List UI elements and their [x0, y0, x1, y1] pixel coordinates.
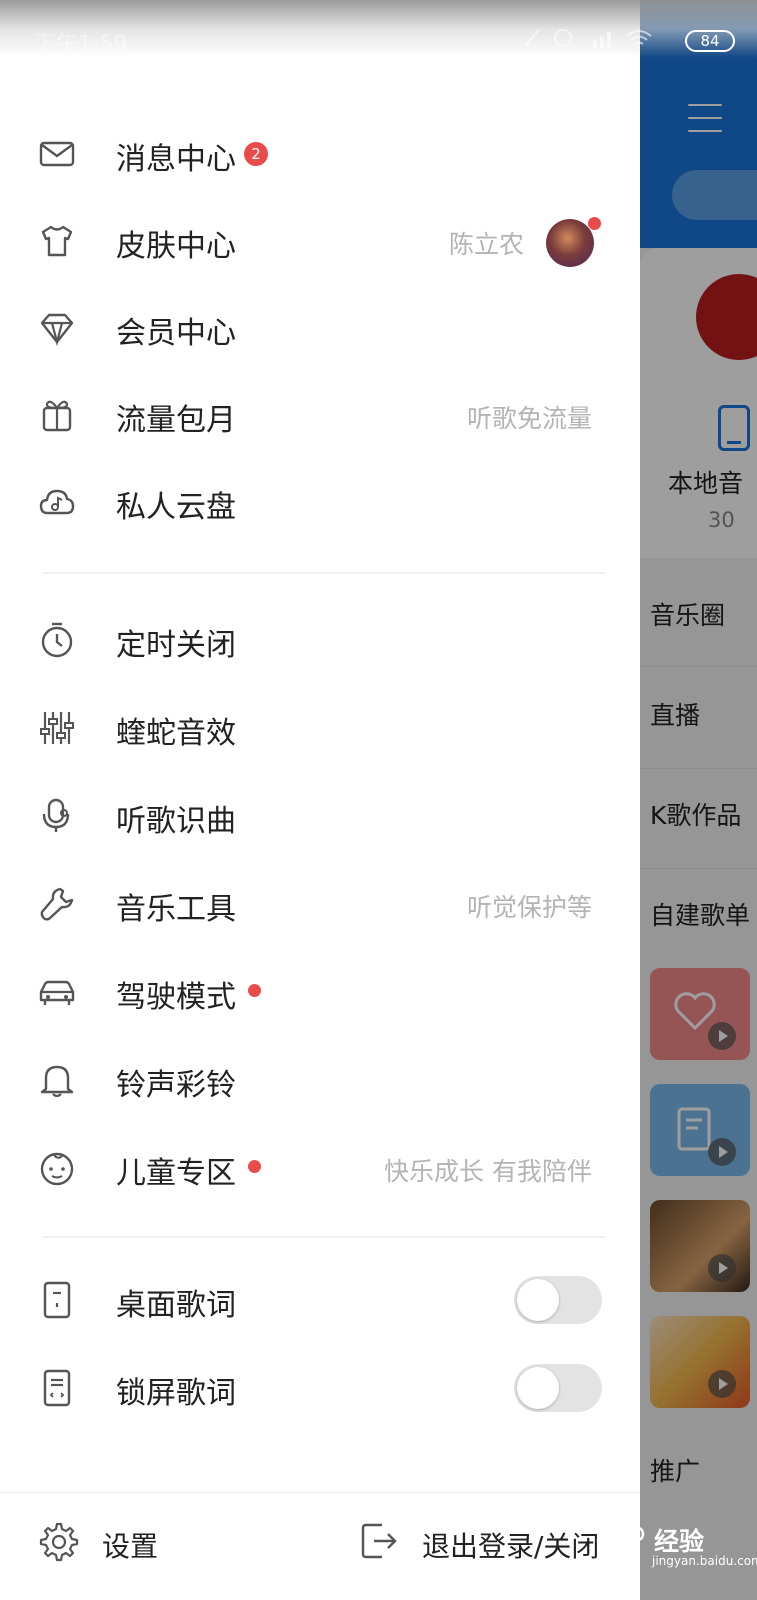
lockscreen-lyrics-icon: [38, 1369, 76, 1407]
status-time: 下午1:59: [34, 32, 128, 57]
message-count-badge: 2: [244, 142, 268, 166]
tshirt-icon: [38, 222, 76, 260]
menu-label: 驾驶模式: [116, 980, 236, 1015]
paw-logo-icon: [596, 1514, 645, 1563]
menu-item-music-tools[interactable]: 音乐工具 听觉保护等: [0, 860, 640, 948]
section-divider: [43, 572, 605, 574]
menu-label: 皮肤中心: [116, 229, 236, 264]
menu-hint: 快乐成长 有我陪伴: [384, 1157, 592, 1186]
menu-item-skin-center[interactable]: 皮肤中心 陈立农: [0, 197, 640, 285]
menu-label: 铃声彩铃: [116, 1068, 236, 1103]
drawer-scrim[interactable]: [640, 0, 757, 1600]
menu-item-desktop-lyrics: 桌面歌词: [0, 1256, 640, 1344]
status-bar: 下午1:59 84: [0, 0, 757, 58]
menu-item-lockscreen-lyrics: 锁屏歌词: [0, 1344, 640, 1432]
side-drawer: 消息中心 2 皮肤中心 陈立农 会员中心 流量包月 听歌免流量 私人云盘 定时关…: [0, 0, 640, 1600]
song-recognition-icon: [38, 797, 76, 835]
menu-label: 流量包月: [116, 403, 236, 438]
menu-label: 定时关闭: [116, 628, 236, 663]
bell-icon: [38, 1061, 76, 1099]
desktop-lyrics-toggle[interactable]: [514, 1276, 602, 1324]
menu-item-driving-mode[interactable]: 驾驶模式: [0, 948, 640, 1036]
new-feature-dot: [248, 984, 261, 997]
menu-hint: 听歌免流量: [466, 404, 592, 433]
menu-item-sleep-timer[interactable]: 定时关闭: [0, 596, 640, 684]
menu-label: 私人云盘: [116, 490, 236, 525]
skin-new-dot: [588, 217, 601, 230]
cloud-music-icon: [38, 483, 76, 521]
battery-indicator: 84: [685, 30, 735, 52]
toggle-knob: [517, 1367, 559, 1409]
diamond-icon: [38, 309, 76, 347]
logout-button[interactable]: 退出登录/关闭: [360, 1517, 630, 1565]
timer-icon: [38, 621, 76, 659]
menu-label: 消息中心: [116, 142, 236, 177]
logout-icon: [360, 1521, 398, 1561]
menu-item-cloud-drive[interactable]: 私人云盘: [0, 458, 640, 546]
baidu-jingyan-watermark: 经验 jingyan.baidu.com: [596, 1500, 757, 1580]
wrench-icon: [38, 885, 76, 923]
menu-label: 桌面歌词: [116, 1288, 236, 1323]
menu-label: 锁屏歌词: [116, 1376, 236, 1411]
menu-item-song-recognition[interactable]: 听歌识曲: [0, 772, 640, 860]
baby-face-icon: [38, 1149, 76, 1187]
lockscreen-lyrics-toggle[interactable]: [514, 1364, 602, 1412]
menu-item-ringtones[interactable]: 铃声彩铃: [0, 1036, 640, 1124]
logout-label: 退出登录/关闭: [422, 1530, 600, 1563]
settings-label: 设置: [102, 1530, 159, 1563]
menu-item-viper-sound[interactable]: 蝰蛇音效: [0, 684, 640, 772]
current-skin-name: 陈立农: [448, 230, 524, 259]
menu-item-data-plan[interactable]: 流量包月 听歌免流量: [0, 371, 640, 459]
drawer-bottom-bar: 设置 退出登录/关闭: [0, 1492, 640, 1600]
watermark-text: 经验: [654, 1527, 705, 1556]
section-divider: [43, 1236, 605, 1238]
menu-item-message-center[interactable]: 消息中心 2: [0, 110, 640, 198]
mail-icon: [38, 135, 76, 173]
menu-label: 听歌识曲: [116, 804, 236, 839]
menu-label: 音乐工具: [116, 892, 236, 927]
menu-hint: 听觉保护等: [466, 893, 592, 922]
toggle-knob: [517, 1279, 559, 1321]
settings-button[interactable]: 设置: [38, 1517, 198, 1565]
menu-label: 蝰蛇音效: [116, 716, 236, 751]
menu-label: 会员中心: [116, 316, 236, 351]
menu-item-kids-zone[interactable]: 儿童专区 快乐成长 有我陪伴: [0, 1124, 640, 1212]
desktop-lyrics-icon: [38, 1281, 76, 1319]
gear-icon: [38, 1521, 80, 1563]
gift-icon: [38, 396, 76, 434]
equalizer-icon: [38, 709, 76, 747]
menu-label: 儿童专区: [116, 1156, 236, 1191]
car-icon: [38, 973, 76, 1011]
menu-item-vip-center[interactable]: 会员中心: [0, 284, 640, 372]
watermark-url: jingyan.baidu.com: [652, 1554, 757, 1568]
skin-avatar: [546, 219, 594, 267]
new-feature-dot: [248, 1160, 261, 1173]
